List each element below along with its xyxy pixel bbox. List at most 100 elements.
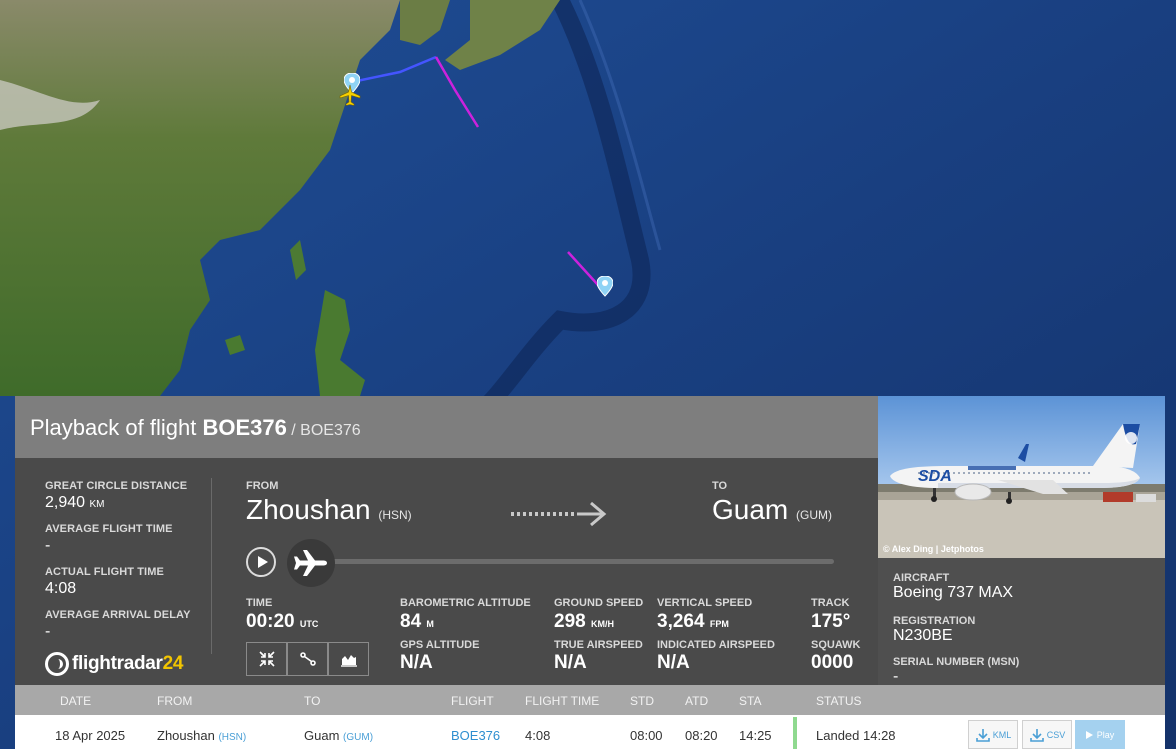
barometric-altitude-value: 84 M: [400, 611, 434, 633]
squawk-value: 0000: [811, 652, 854, 673]
from-label: FROM: [246, 480, 279, 492]
true-airspeed-label: TRUE AIRSPEED: [554, 639, 643, 651]
vertical-speed-unit: FPM: [709, 619, 729, 629]
stats-divider: [211, 478, 212, 654]
play-button[interactable]: [246, 547, 276, 577]
shrink-arrows-icon: [258, 651, 275, 667]
flightradar24-logo-text: flightradar24: [72, 653, 183, 675]
flight-info-area: GREAT CIRCLE DISTANCE 2,940 KM AVERAGE F…: [15, 458, 878, 685]
barometric-altitude-number: 84: [400, 611, 422, 632]
vertical-speed-value: 3,264 FPM: [657, 611, 729, 633]
destination-airport-marker-icon[interactable]: [597, 276, 613, 298]
fullscreen-toggle-button[interactable]: [246, 642, 287, 676]
logo-word: flightradar: [72, 653, 163, 674]
average-flight-time-label: AVERAGE FLIGHT TIME: [45, 523, 173, 535]
registration-value: N230BE: [893, 627, 953, 644]
row-std: 08:00: [630, 728, 663, 743]
vertical-speed-number: 3,264: [657, 611, 705, 632]
flightradar24-logo[interactable]: flightradar24: [45, 652, 183, 676]
play-label: Play: [1096, 729, 1115, 740]
row-atd: 08:20: [685, 728, 718, 743]
from-city-code: (HSN): [378, 508, 412, 522]
serial-number-value: -: [893, 668, 899, 685]
great-circle-distance-label: GREAT CIRCLE DISTANCE: [45, 480, 188, 492]
aircraft-position-icon[interactable]: [338, 83, 362, 107]
row-from-city: Zhoushan: [157, 728, 215, 743]
row-sta: 14:25: [739, 728, 772, 743]
route-path-icon: [299, 652, 316, 666]
aircraft-type-value: Boeing 737 MAX: [893, 584, 1014, 601]
average-arrival-delay: AVERAGE ARRIVAL DELAY -: [45, 609, 191, 641]
row-to: Guam (GUM): [304, 728, 373, 743]
column-flight-time: FLIGHT TIME: [525, 694, 600, 708]
row-date: 18 Apr 2025: [55, 728, 126, 743]
ground-speed-number: 298: [554, 611, 586, 632]
barometric-altitude-unit: M: [426, 619, 434, 629]
vertical-speed-label: VERTICAL SPEED: [657, 597, 753, 609]
great-circle-distance-number: 2,940: [45, 494, 86, 511]
column-status: STATUS: [816, 694, 862, 708]
aircraft-photo[interactable]: SDA: [878, 396, 1165, 558]
barometric-altitude-label: BAROMETRIC ALTITUDE: [400, 597, 531, 609]
route-arrow-icon: [511, 500, 607, 533]
row-from: Zhoushan (HSN): [157, 728, 246, 743]
great-circle-distance-unit: KM: [89, 499, 105, 510]
flight-history-header: DATE FROM TO FLIGHT FLIGHT TIME STD ATD …: [15, 685, 1165, 715]
csv-download-button[interactable]: CSV: [1022, 720, 1072, 749]
great-circle-distance-value: 2,940 KM: [45, 494, 187, 512]
column-from: FROM: [157, 694, 193, 708]
flight-stats: GREAT CIRCLE DISTANCE 2,940 KM AVERAGE F…: [15, 458, 212, 685]
true-airspeed-value: N/A: [554, 652, 587, 673]
airplane-icon: [294, 550, 327, 576]
time-value: 00:20 UTC: [246, 611, 318, 633]
column-date: DATE: [60, 694, 92, 708]
column-std: STD: [630, 694, 654, 708]
to-city: Guam (GUM): [712, 494, 832, 526]
average-arrival-delay-label: AVERAGE ARRIVAL DELAY: [45, 609, 191, 621]
csv-label: CSV: [1046, 729, 1066, 740]
average-flight-time-value: -: [45, 537, 51, 554]
logo-number: 24: [162, 653, 184, 674]
row-flight-link[interactable]: BOE376: [451, 728, 500, 743]
time-number: 00:20: [246, 611, 295, 632]
flightradar24-radar-icon: [45, 652, 69, 676]
playback-slider-handle[interactable]: [287, 539, 335, 587]
play-triangle-icon: [1085, 730, 1093, 739]
actual-flight-time-label: ACTUAL FLIGHT TIME: [45, 566, 164, 578]
panel-title-flight: BOE376: [202, 415, 287, 440]
average-arrival-delay-value: -: [45, 623, 51, 640]
row-status: Landed 14:28: [816, 728, 896, 743]
download-icon: [1029, 728, 1044, 742]
row-from-code[interactable]: (HSN): [218, 732, 246, 743]
panel-title-subtitle: / BOE376: [286, 422, 361, 439]
row-flight-time: 4:08: [525, 728, 551, 743]
actual-flight-time: ACTUAL FLIGHT TIME 4:08: [45, 566, 164, 598]
playback-timeline-track[interactable]: [315, 559, 834, 564]
row-to-code[interactable]: (GUM): [343, 732, 373, 743]
to-label: TO: [712, 480, 728, 492]
average-flight-time: AVERAGE FLIGHT TIME -: [45, 523, 173, 555]
altitude-graph-button[interactable]: [328, 642, 369, 676]
gps-altitude-label: GPS ALTITUDE: [400, 639, 480, 651]
ground-speed-value: 298 KM/H: [554, 611, 614, 633]
flight-playback-panel: Playback of flight BOE376 / BOE376 GREAT…: [15, 396, 1165, 749]
from-city: Zhoushan (HSN): [246, 494, 412, 526]
kml-download-button[interactable]: KML: [968, 720, 1018, 749]
aircraft-info: AIRCRAFT Boeing 737 MAX REGISTRATION N23…: [878, 558, 1165, 685]
track-value: 175°: [811, 611, 851, 632]
gps-altitude-value: N/A: [400, 652, 433, 673]
table-row[interactable]: 18 Apr 2025 Zhoushan (HSN) Guam (GUM) BO…: [15, 715, 1165, 749]
track-label: TRACK: [811, 597, 850, 609]
kml-label: KML: [992, 729, 1012, 740]
actual-flight-time-value: 4:08: [45, 580, 77, 597]
aircraft-livery-logo: SDA: [918, 468, 952, 485]
panel-title: Playback of flight BOE376 / BOE376: [30, 415, 361, 441]
time-unit: UTC: [299, 619, 319, 629]
indicated-airspeed-value: N/A: [657, 652, 690, 673]
photo-credit[interactable]: © Alex Ding | Jetphotos: [883, 544, 984, 554]
route-toggle-button[interactable]: [287, 642, 328, 676]
time-label: TIME: [246, 597, 273, 609]
ground-speed-label: GROUND SPEED: [554, 597, 644, 609]
play-flight-button[interactable]: Play: [1075, 720, 1125, 749]
column-atd: ATD: [685, 694, 709, 708]
